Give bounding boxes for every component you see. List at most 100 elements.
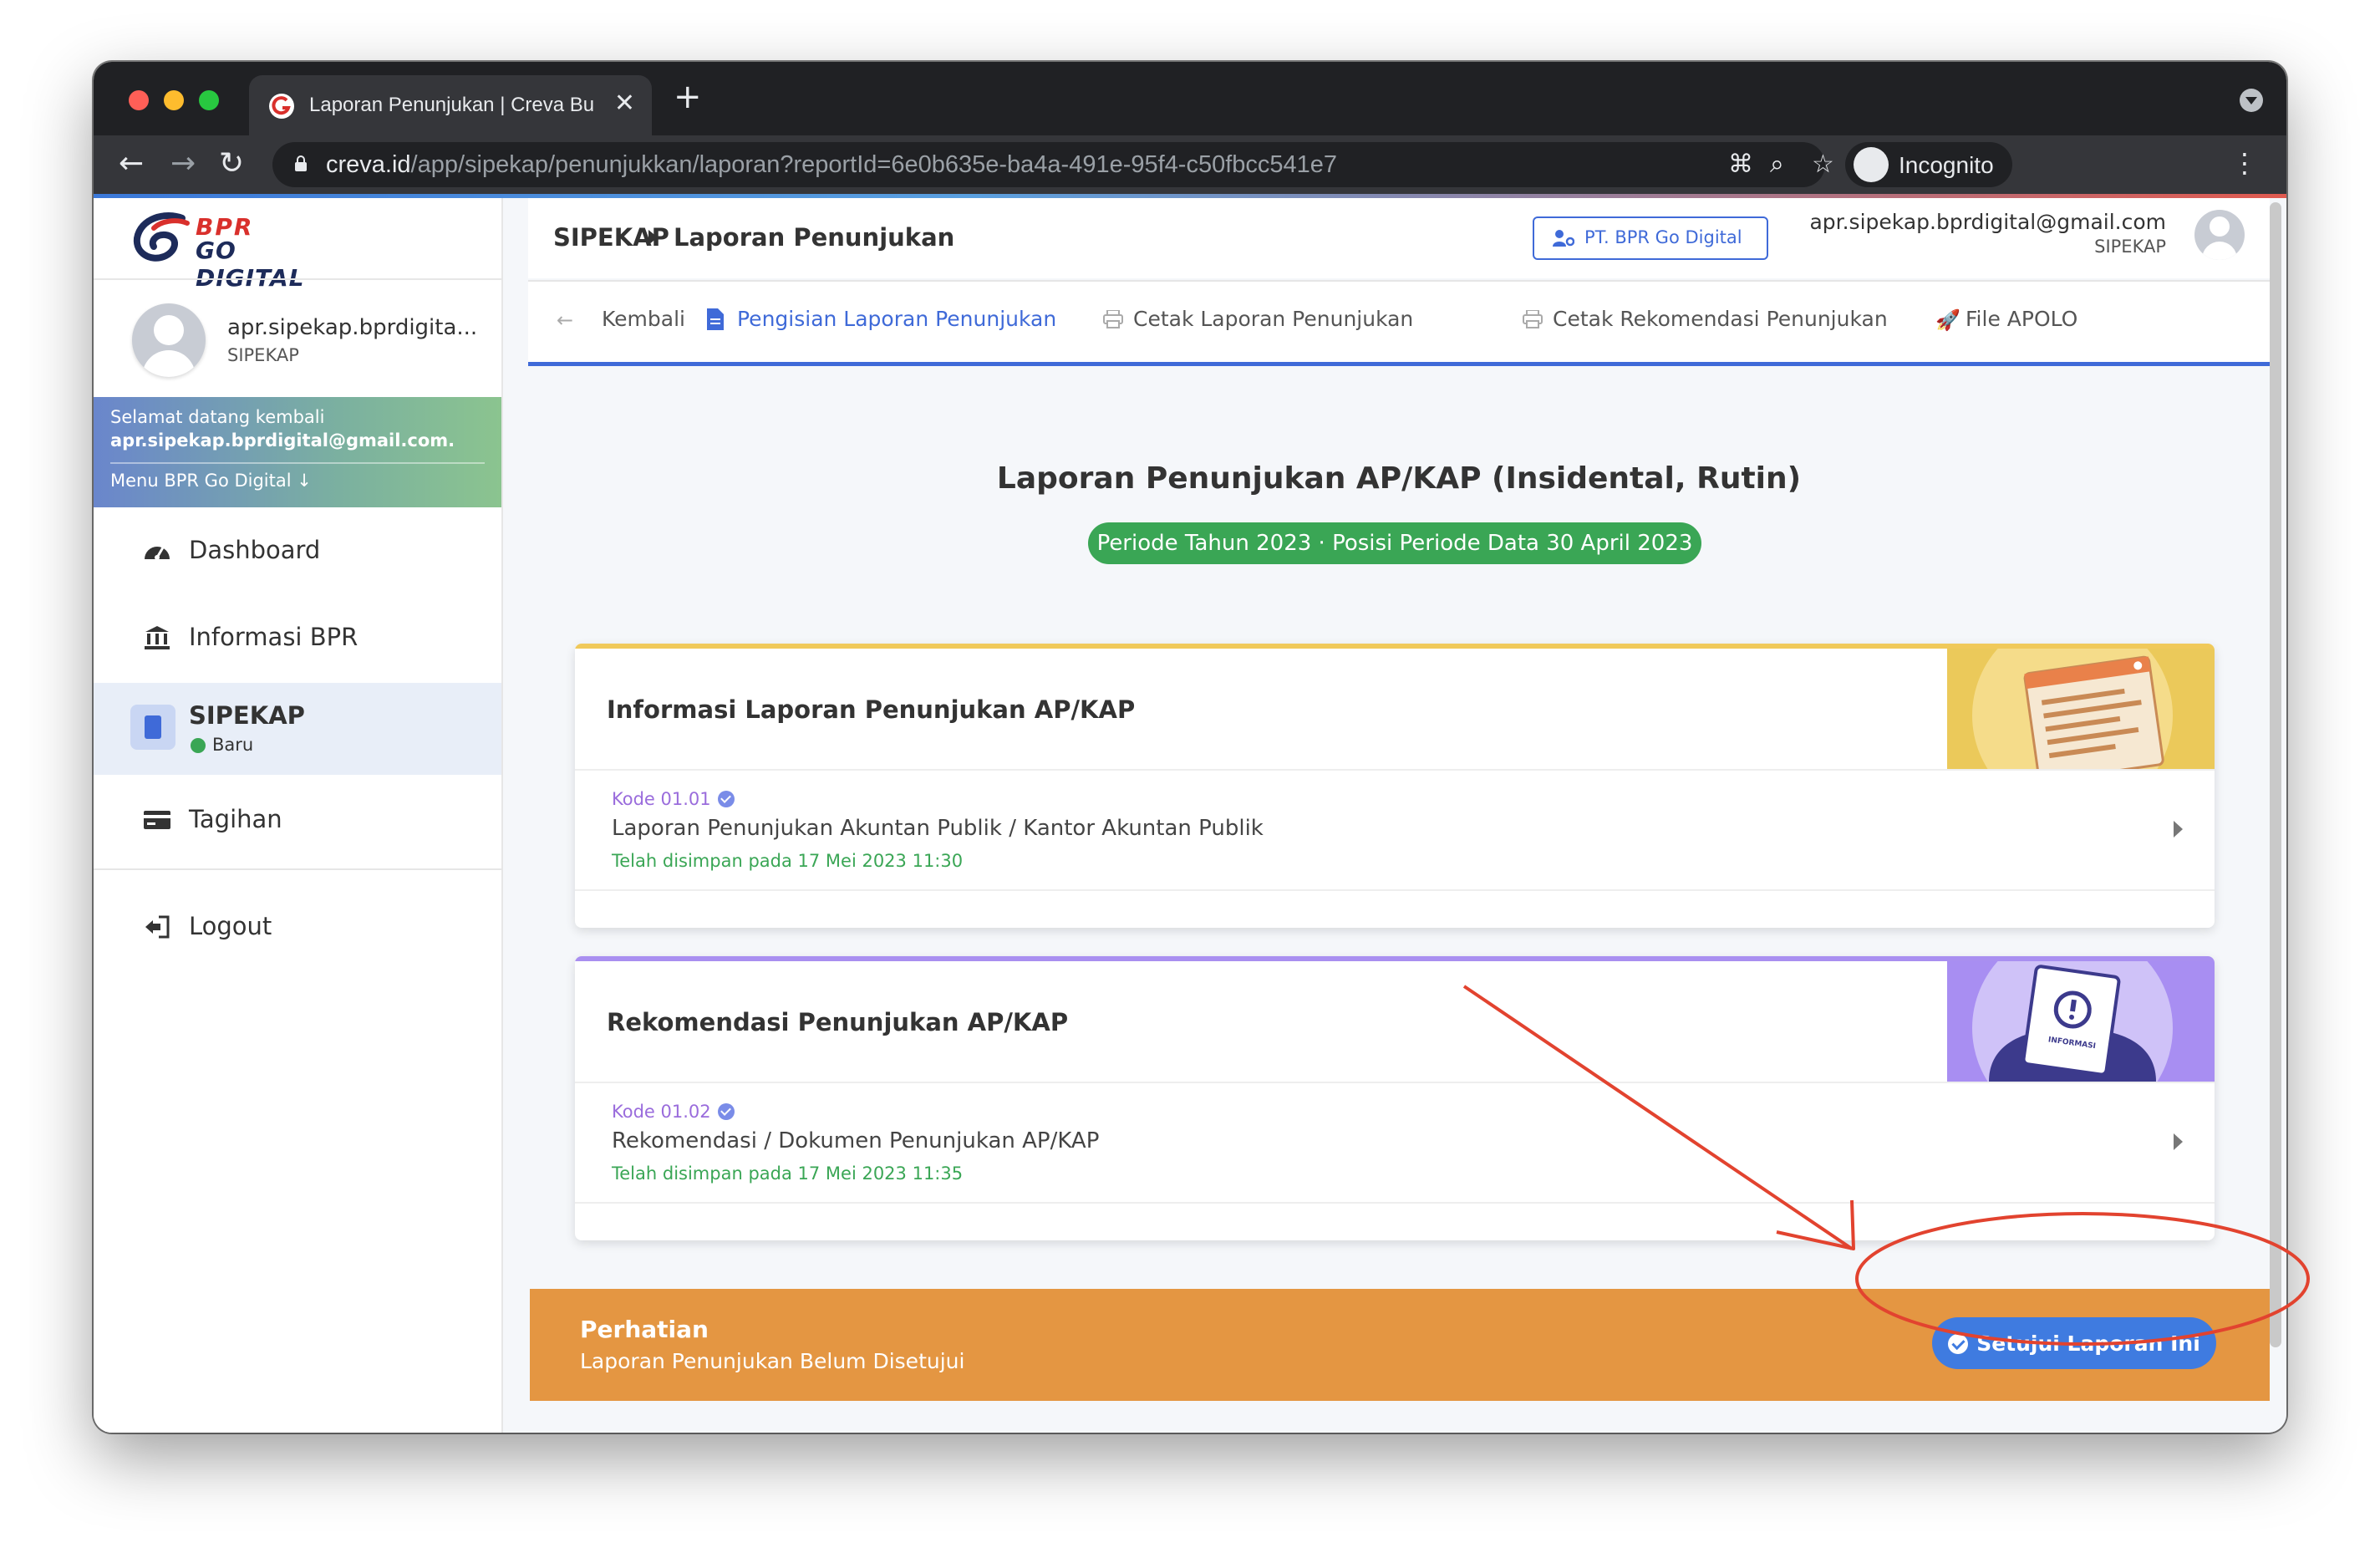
credit-card-icon [144, 811, 170, 829]
url-text: creva.id/app/sipekap/penunjukkan/laporan… [326, 151, 1338, 178]
tab-title: Laporan Penunjukan | Creva Bu [309, 94, 593, 116]
approval-alert: Perhatian Laporan Penunjukan Belum Diset… [530, 1289, 2270, 1401]
tab-cetak-laporan[interactable]: Cetak Laporan Penunjukan [1133, 307, 1413, 331]
sidebar-item-informasi-bpr[interactable]: Informasi BPR [94, 596, 501, 680]
zoom-window-button[interactable] [199, 90, 219, 110]
address-bar[interactable]: creva.id/app/sipekap/penunjukkan/laporan… [272, 142, 1834, 187]
alert-title: Perhatian [580, 1316, 709, 1343]
translate-icon[interactable]: ⌘ [1728, 152, 1753, 177]
page-scrollbar[interactable] [2270, 202, 2281, 1347]
logout-icon [145, 915, 170, 939]
bookmark-star-icon[interactable]: ☆ [1812, 152, 1834, 177]
verified-check-icon [717, 791, 735, 807]
chevron-right-icon[interactable] [2174, 821, 2183, 838]
incognito-icon [1854, 147, 1889, 182]
organization-label: PT. BPR Go Digital [1584, 227, 1742, 247]
rocket-icon: 🚀 [1935, 308, 1960, 332]
reload-icon[interactable]: ↻ [219, 145, 244, 182]
creva-favicon-icon [269, 94, 294, 119]
card-header: Rekomendasi Penunjukan AP/KAP INFORMASI [575, 961, 2215, 1083]
arrow-down-icon: ↓ [297, 471, 312, 491]
item-title: Rekomendasi / Dokumen Penunjukan AP/KAP [612, 1128, 1100, 1153]
status-badge: Baru [212, 735, 254, 755]
welcome-email: apr.sipekap.bprdigital@gmail.com. [110, 430, 455, 451]
alert-message: Laporan Penunjukan Belum Disetujui [580, 1349, 965, 1373]
welcome-divider [110, 462, 485, 464]
printer-icon [1103, 310, 1123, 328]
incognito-profile-button[interactable]: Incognito [1845, 142, 2012, 187]
forward-arrow-icon[interactable]: → [170, 145, 196, 182]
tab-file-apolo[interactable]: File APOLO [1966, 307, 2077, 331]
information-illustration-icon: INFORMASI [1947, 961, 2215, 1082]
sidebar-item-sipekap[interactable]: SIPEKAP Baru [94, 683, 501, 775]
page-header: SIPEKAP Laporan Penunjukan PT. BPR Go Di… [528, 198, 2270, 278]
zoom-icon[interactable]: ⌕ [1770, 152, 1784, 177]
browser-toolbar: ← → ↻ creva.id/app/sipekap/penunjukkan/l… [94, 135, 2286, 194]
sidebar-item-tagihan[interactable]: Tagihan [94, 778, 501, 862]
verified-check-icon [717, 1103, 735, 1120]
user-gear-icon [1553, 230, 1574, 247]
status-dot [191, 738, 206, 753]
welcome-text: Selamat datang kembali [110, 407, 325, 427]
menu-heading: Menu BPR Go Digital ↓ [110, 471, 312, 491]
chevron-right-icon[interactable] [2174, 1133, 2183, 1150]
tab-cetak-rekomendasi[interactable]: Cetak Rekomendasi Penunjukan [1553, 307, 1888, 331]
minimize-window-button[interactable] [164, 90, 184, 110]
report-tab-nav: ← Kembali Pengisian Laporan Penunjukan C… [528, 280, 2270, 366]
close-tab-icon[interactable]: ✕ [614, 89, 635, 118]
period-badge: Periode Tahun 2023 · Posisi Periode Data… [1088, 522, 1701, 564]
document-illustration-icon [1947, 649, 2215, 769]
divider [94, 278, 501, 280]
card-title: Rekomendasi Penunjukan AP/KAP [607, 1008, 1069, 1036]
speedometer-icon [145, 547, 170, 560]
card-title: Informasi Laporan Penunjukan AP/KAP [607, 695, 1136, 724]
document-icon [707, 308, 724, 330]
new-tab-icon[interactable]: + [674, 80, 702, 114]
header-user-email: apr.sipekap.bprdigital@gmail.com [1809, 210, 2166, 234]
tab-kembali[interactable]: Kembali [602, 307, 685, 331]
header-avatar[interactable] [2194, 210, 2245, 260]
page-title: Laporan Penunjukan AP/KAP (Insidental, R… [996, 461, 1802, 496]
arrow-left-icon: ← [557, 308, 574, 332]
tab-search-icon[interactable] [2240, 89, 2263, 112]
browser-tab[interactable]: Laporan Penunjukan | Creva Bu ✕ [249, 75, 652, 135]
item-saved-status: Telah disimpan pada 17 Mei 2023 11:30 [612, 851, 964, 871]
card-header: Informasi Laporan Penunjukan AP/KAP [575, 649, 2215, 771]
logout-button[interactable]: Logout [94, 885, 501, 969]
item-code: Kode 01.01 [612, 789, 735, 809]
organization-button[interactable]: PT. BPR Go Digital [1533, 216, 1768, 260]
sidebar-item-label: Dashboard [189, 536, 321, 564]
breadcrumb-caret-icon [648, 230, 658, 245]
item-saved-status: Telah disimpan pada 17 Mei 2023 11:35 [612, 1163, 964, 1184]
logo-mark-icon [133, 212, 190, 262]
check-circle-icon [1948, 1333, 1969, 1354]
breadcrumb-current: Laporan Penunjukan [674, 223, 955, 252]
sidebar-user-name: apr.sipekap.bprdigita... [227, 315, 478, 340]
sidebar-item-dashboard[interactable]: Dashboard [94, 509, 501, 593]
approve-report-button[interactable]: Setujui Laporan Ini [1932, 1317, 2216, 1369]
user-avatar[interactable] [132, 303, 206, 377]
sidebar-item-label: Informasi BPR [189, 623, 359, 651]
browser-menu-icon[interactable]: ⋮ [2231, 147, 2258, 179]
web-page: BPR GO DIGITAL apr.sipekap.bprdigita... … [94, 194, 2286, 1433]
divider [94, 868, 501, 870]
printer-icon [1523, 310, 1543, 328]
report-card-rekomendasi: Rekomendasi Penunjukan AP/KAP INFORMASI [575, 956, 2215, 1240]
approve-button-label: Setujui Laporan Ini [1976, 1331, 2200, 1356]
header-user-role: SIPEKAP [2094, 237, 2166, 257]
bank-icon [145, 626, 170, 649]
clipboard-check-icon [130, 705, 175, 750]
sidebar: BPR GO DIGITAL apr.sipekap.bprdigita... … [94, 198, 503, 1433]
welcome-panel: Selamat datang kembali apr.sipekap.bprdi… [94, 397, 501, 507]
back-arrow-icon[interactable]: ← [119, 145, 144, 182]
report-item-01-02[interactable]: Kode 01.02 Rekomendasi / Dokumen Penunju… [575, 1083, 2215, 1204]
sidebar-item-label: SIPEKAP [189, 701, 305, 730]
lock-icon [295, 155, 307, 171]
close-window-button[interactable] [129, 90, 149, 110]
logout-label: Logout [189, 912, 272, 940]
tab-pengisian-laporan[interactable]: Pengisian Laporan Penunjukan [737, 307, 1056, 331]
bpr-go-digital-logo[interactable]: BPR GO DIGITAL [132, 208, 333, 292]
item-title: Laporan Penunjukan Akuntan Publik / Kant… [612, 816, 1264, 841]
sidebar-user-role: SIPEKAP [227, 345, 299, 365]
report-item-01-01[interactable]: Kode 01.01 Laporan Penunjukan Akuntan Pu… [575, 771, 2215, 891]
